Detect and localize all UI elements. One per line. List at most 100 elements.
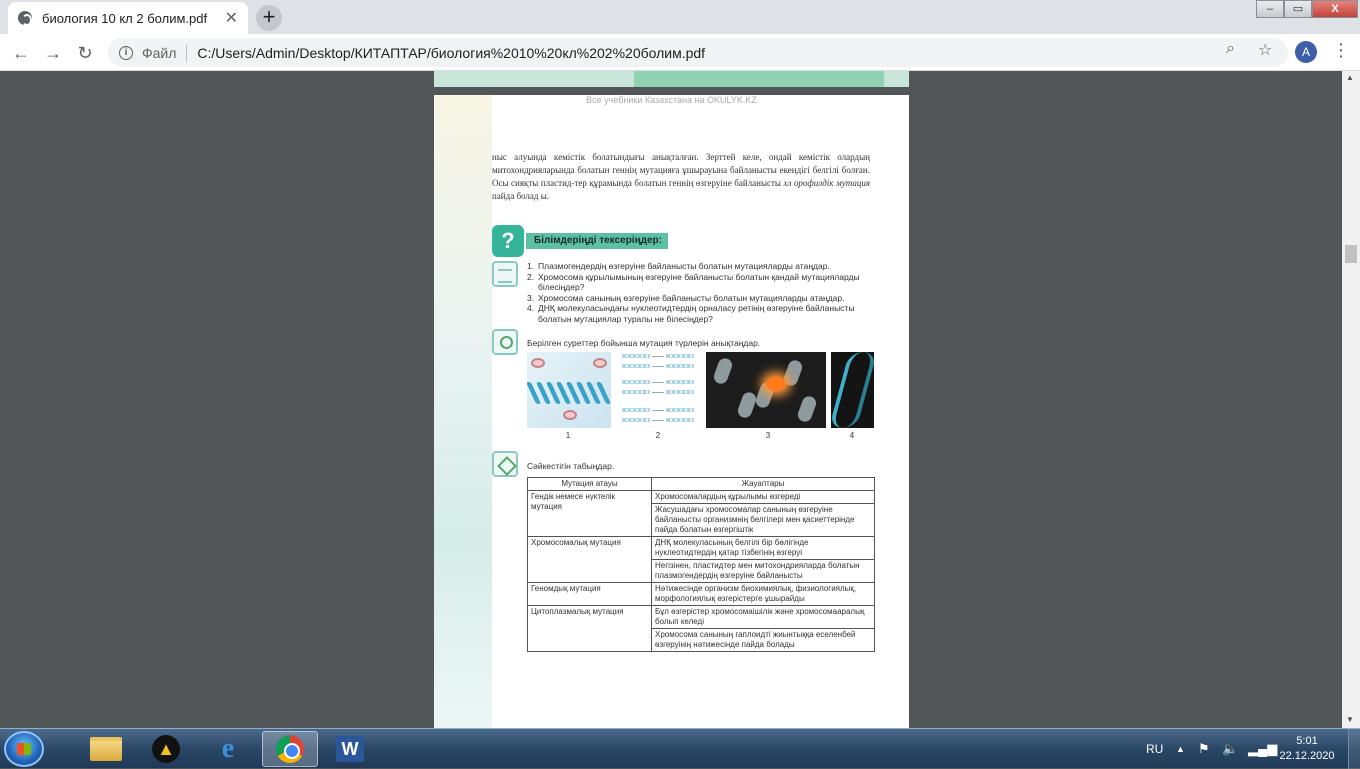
image-label-1: 1: [565, 431, 571, 440]
word-icon: W: [336, 736, 364, 762]
volume-icon[interactable]: 🔈: [1222, 729, 1238, 769]
language-indicator[interactable]: RU: [1146, 729, 1163, 769]
pdf-viewer: Все учебники Казахстана на OKULYK.KZ ныс…: [0, 71, 1342, 728]
tab-title: биология 10 кл 2 болим.pdf: [42, 10, 208, 26]
questions-list: 1. Плазмогендердің өзгеруіне байланысты б…: [527, 261, 877, 324]
magnifier-icon: [492, 329, 518, 355]
table-cell-answer: Негізінен, пластидтер мен митохондриялар…: [651, 559, 875, 583]
forward-icon[interactable]: →: [42, 42, 64, 64]
taskbar-explorer[interactable]: [78, 731, 134, 767]
notebook-icon: [492, 261, 518, 287]
scrollbar-thumb[interactable]: [1345, 245, 1357, 263]
watermark-text: Все учебники Казахстана на OKULYK.KZ: [586, 95, 757, 105]
taskbar-chrome[interactable]: [262, 731, 318, 767]
table-cell-mutation: Хромосомалық мутация: [527, 536, 652, 583]
table-cell-mutation: Цитоплазмалық мутация: [527, 605, 652, 652]
url-text[interactable]: C:/Users/Admin/Desktop/КИТАПТАР/биология…: [197, 45, 1288, 61]
tab-strip: биология 10 кл 2 болим.pdf ✕ + – ▭ X: [0, 0, 1360, 34]
table-cell-answer: Хромосомалардың құрылымы өзгереді: [651, 490, 875, 504]
dna-cells-image: [527, 352, 611, 428]
table-cell-answer: Нәтижесінде организм биохимиялық, физиол…: [651, 582, 875, 606]
mutation-highlight: [766, 377, 786, 391]
table-cell-mutation: Гендік немесе нүктелік мутация: [527, 490, 652, 537]
list-item: 2. Хромосома құрылымының өзгеруіне байлан…: [527, 271, 860, 293]
taskbar: ▲ e W RU ▲ ⚑ 🔈 ▂▄▆ 5:01 22.12.2020: [0, 728, 1360, 769]
table-row: Геномдық мутация Нәтижесінде организм би…: [527, 582, 875, 606]
matching-icon: [492, 451, 518, 477]
sequence-diagram-image: [618, 352, 704, 428]
close-window-button[interactable]: X: [1312, 0, 1358, 18]
url-separator: [186, 43, 188, 62]
folder-icon: [90, 737, 122, 761]
table-header-answers: Жауаптары: [651, 477, 875, 491]
reload-icon[interactable]: ↻: [74, 42, 96, 64]
cell-shape: [531, 358, 545, 368]
globe-icon: [18, 11, 32, 26]
cell-shape: [593, 358, 607, 368]
taskbar-avast[interactable]: ▲: [138, 731, 194, 767]
vertical-scrollbar[interactable]: ▲ ▼: [1342, 71, 1360, 728]
tab-close-icon[interactable]: ✕: [225, 8, 238, 28]
list-item: 4. ДНҚ молекуласындағы нуклеотидтердің ор…: [527, 303, 855, 324]
new-tab-button[interactable]: +: [256, 5, 282, 31]
table-cell-mutation: Геномдық мутация: [527, 582, 652, 606]
minimize-button[interactable]: –: [1256, 0, 1284, 18]
table-cell-answer: ДНҚ молекуласының белгілі бір бөлігінде …: [651, 536, 875, 560]
url-scheme: Файл: [142, 44, 177, 61]
pdf-page: Все учебники Казахстана на OKULYK.KZ ныс…: [434, 95, 909, 728]
flag-icon[interactable]: ⚑: [1198, 729, 1210, 769]
window-controls: – ▭ X: [1256, 0, 1358, 18]
table-row: Цитоплазмалық мутация Бұл өзгерістер хро…: [527, 605, 875, 652]
browser-toolbar: ← → ↻ i Файл C:/Users/Admin/Desktop/КИТА…: [0, 34, 1360, 71]
chrome-icon: [276, 735, 304, 763]
match-instruction: Сәйкестігін табыңдар.: [527, 461, 615, 471]
scroll-up-icon[interactable]: ▲: [1346, 73, 1354, 82]
system-clock[interactable]: 5:01 22.12.2020: [1272, 734, 1342, 764]
page-margin-decoration: [434, 95, 492, 728]
paragraph-part2: пайда болад ы.: [492, 191, 550, 201]
previous-page-bottom: [434, 71, 909, 87]
tray-expand-icon[interactable]: ▲: [1176, 729, 1185, 769]
taskbar-word[interactable]: W: [322, 731, 378, 767]
avast-icon: ▲: [152, 735, 180, 763]
maximize-button[interactable]: ▭: [1284, 0, 1312, 18]
image-label-2: 2: [655, 431, 661, 440]
table-cell-answer: Бұл өзгерістер хромосомаішілік және хром…: [651, 605, 875, 629]
check-knowledge-heading: Білімдеріңді тексеріңдер:: [526, 233, 668, 249]
info-icon[interactable]: i: [119, 45, 133, 60]
zoom-icon[interactable]: ⌕: [1226, 40, 1235, 58]
cell-shape: [563, 410, 577, 420]
taskbar-internet-explorer[interactable]: e: [200, 731, 256, 767]
address-bar[interactable]: i Файл C:/Users/Admin/Desktop/КИТАПТАР/б…: [108, 38, 1288, 67]
dna-helix-image: [831, 352, 874, 428]
bookmark-star-icon[interactable]: ☆: [1258, 40, 1272, 60]
internet-explorer-icon: e: [221, 733, 235, 764]
table-header-mutation: Мутация атауы: [527, 477, 652, 491]
image-label-3: 3: [765, 431, 771, 440]
question-mark-icon: ?: [492, 225, 524, 257]
page-decor-strip: [634, 71, 884, 87]
matching-table: Мутация атауы Жауаптары Гендік немесе нү…: [527, 477, 875, 652]
image-instruction: Берілген суреттер бойынша мутация түрлер…: [527, 338, 761, 348]
chromosomes-image: [706, 352, 826, 428]
start-button[interactable]: [4, 731, 44, 767]
table-header-row: Мутация атауы Жауаптары: [527, 477, 875, 491]
scroll-down-icon[interactable]: ▼: [1346, 715, 1354, 724]
paragraph-text: ныс алуында кемістік болатындығы анықтал…: [492, 151, 870, 203]
list-item: 3. Хромосома санының өзгеруіне байланысты…: [527, 292, 845, 303]
clock-date: 22.12.2020: [1279, 750, 1335, 762]
table-cell-answer: Хромосома санының гаплоидті жиынтыққа ес…: [651, 628, 875, 652]
paragraph-italic: хл орофилдік мутация: [783, 178, 871, 188]
clock-time: 5:01: [1296, 735, 1318, 747]
table-row: Хромосомалық мутация ДНҚ молекуласының б…: [527, 536, 875, 583]
list-item: 1. Плазмогендердің өзгеруіне байланысты б…: [527, 261, 830, 271]
tab-pdf[interactable]: биология 10 кл 2 болим.pdf ✕: [8, 2, 248, 34]
back-icon[interactable]: ←: [10, 42, 32, 64]
dna-helix-shape: [527, 382, 611, 404]
image-label-4: 4: [849, 431, 855, 440]
table-row: Гендік немесе нүктелік мутация Хромосома…: [527, 490, 875, 537]
table-cell-answer: Жасушадағы хромосомалар санының өзгеруін…: [651, 503, 875, 537]
profile-avatar[interactable]: A: [1295, 41, 1317, 63]
show-desktop-button[interactable]: [1348, 729, 1360, 769]
menu-icon[interactable]: ⋮: [1332, 40, 1350, 61]
